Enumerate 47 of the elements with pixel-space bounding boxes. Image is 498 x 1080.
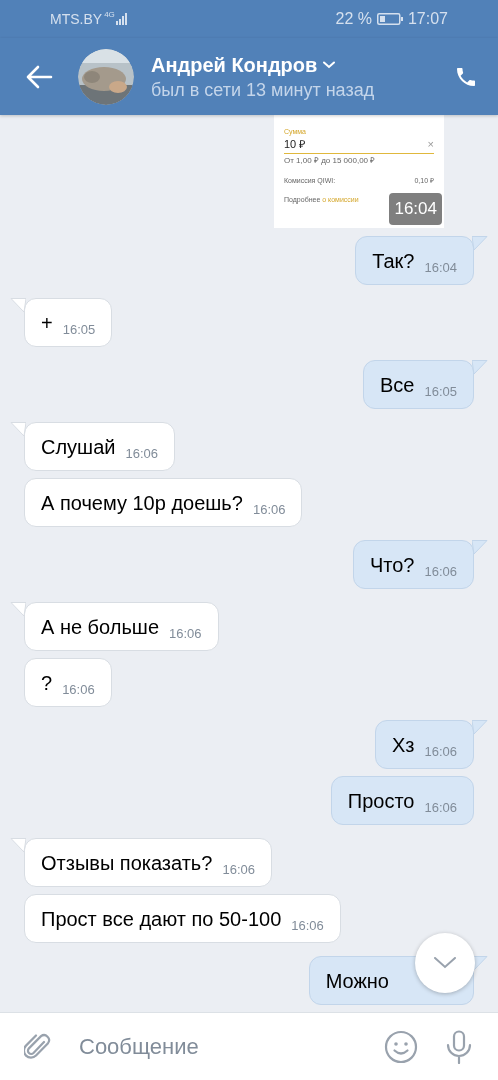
message-text-input[interactable]: Сообщение: [79, 1030, 374, 1063]
bubble-tail: [472, 956, 488, 972]
image-time: 16:04: [389, 193, 442, 225]
message-time: 16:06: [222, 860, 255, 879]
message-text: Хз: [391, 732, 415, 758]
message-time: 16:06: [169, 624, 202, 643]
message-text: А почему 10р доешь?: [41, 490, 243, 516]
chevron-down-icon[interactable]: [323, 60, 336, 69]
message-time: 16:06: [62, 680, 95, 699]
battery-icon: [376, 13, 403, 25]
message-time: 16:04: [424, 258, 457, 277]
clear-icon: ×: [427, 136, 434, 153]
microphone-icon[interactable]: [446, 1029, 472, 1064]
message-time: 16:06: [125, 444, 158, 463]
message-input[interactable]: Сообщение: [0, 1012, 498, 1080]
message-text: Прост все дают по 50-100: [41, 906, 282, 932]
signal-icon: [115, 13, 128, 25]
message-text: А не больше: [41, 614, 160, 640]
message-text: Так?: [372, 248, 415, 274]
message-time: 16:06: [424, 742, 457, 761]
amount-value: 10 ₽: [284, 137, 306, 153]
last-seen-status: был в сети 13 минут назад: [151, 78, 375, 102]
carrier-name: MTS.BY: [50, 9, 103, 29]
contact-name[interactable]: Андрей Кондров: [151, 51, 318, 78]
message-time: 16:05: [62, 320, 96, 339]
message-text: +: [41, 310, 53, 336]
chevron-down-icon: [434, 957, 456, 969]
message-time: 16:06: [291, 916, 324, 935]
message-text: Просто: [347, 788, 415, 814]
battery-percent: 22 %: [335, 9, 372, 29]
message-time: 16:06: [424, 798, 457, 817]
scroll-down-button[interactable]: [415, 933, 475, 993]
amount-hint: От 1,00 ₽ до 15 000,00 ₽: [284, 156, 377, 165]
message-text: Все: [380, 372, 415, 398]
emoji-icon[interactable]: [384, 1029, 418, 1064]
message-time: 16:05: [424, 382, 457, 401]
network-type: 4G: [104, 9, 115, 21]
back-arrow-icon[interactable]: [25, 64, 53, 89]
message-text: Слушай: [41, 434, 116, 460]
message-time: 16:06: [252, 500, 286, 519]
message-text: Можно: [325, 968, 389, 994]
clock: 17:07: [407, 9, 448, 29]
message-time: 16:06: [424, 562, 457, 581]
message-text: Что?: [369, 552, 415, 578]
paperclip-icon[interactable]: [24, 1031, 52, 1062]
message-text: ?: [41, 670, 53, 696]
message-text: Отзывы показать?: [41, 850, 213, 876]
